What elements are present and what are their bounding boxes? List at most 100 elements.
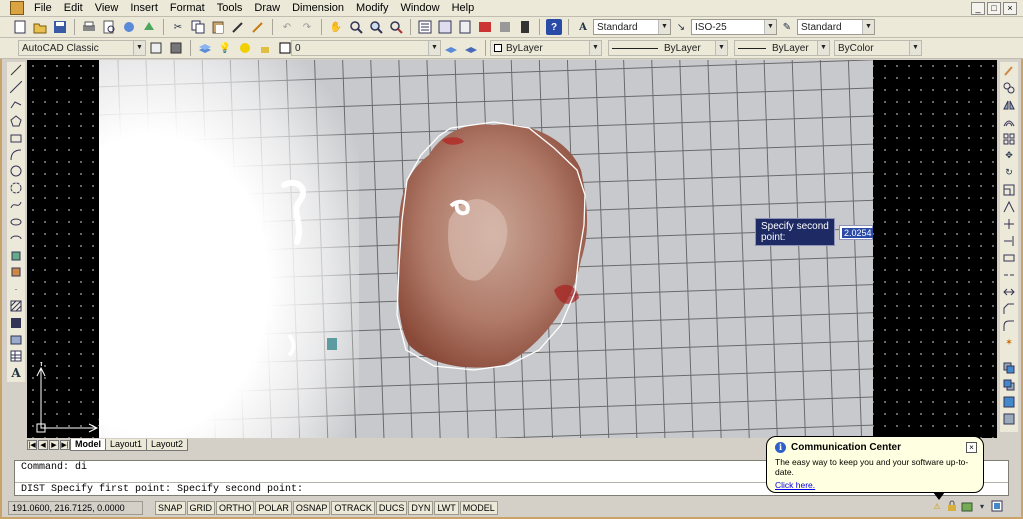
menu-file[interactable]: File — [28, 2, 58, 14]
otrack-toggle[interactable]: OTRACK — [331, 501, 375, 515]
ellipse-arc-icon[interactable] — [9, 232, 23, 246]
tray-menu-chevron-icon[interactable]: ▾ — [976, 500, 988, 512]
dim-style-select[interactable]: ISO-25 ▼ — [691, 19, 777, 35]
plotstyle-select[interactable]: ByColor ▼ — [834, 40, 922, 56]
join-icon[interactable] — [1002, 285, 1016, 299]
menu-help[interactable]: Help — [446, 2, 481, 14]
rectangle-icon[interactable] — [9, 131, 23, 145]
lwt-toggle[interactable]: LWT — [434, 501, 459, 515]
next-tab-button[interactable]: ▶ — [49, 440, 59, 450]
balloon-close-button[interactable]: × — [966, 442, 977, 453]
draw-order-back-icon[interactable] — [1002, 378, 1016, 392]
match-properties-icon[interactable] — [230, 19, 246, 35]
workspace-settings-icon[interactable] — [148, 40, 164, 56]
last-tab-button[interactable]: ▶| — [60, 440, 70, 450]
paste-icon[interactable] — [210, 19, 226, 35]
table-style-select[interactable]: Standard ▼ — [797, 19, 875, 35]
rotate-icon[interactable]: ↻ — [1002, 166, 1016, 180]
markup-icon[interactable] — [497, 19, 513, 35]
minimize-button[interactable]: _ — [971, 2, 985, 15]
scale-icon[interactable] — [1002, 183, 1016, 197]
point-icon[interactable]: · — [9, 282, 23, 296]
line-icon[interactable] — [9, 64, 23, 78]
array-icon[interactable] — [1002, 132, 1016, 146]
circle-icon[interactable] — [9, 164, 23, 178]
break-at-point-icon[interactable] — [1002, 251, 1016, 265]
table-icon[interactable] — [9, 350, 23, 364]
menu-window[interactable]: Window — [394, 2, 445, 14]
tab-model[interactable]: Model — [70, 439, 106, 451]
copy-icon[interactable] — [190, 19, 206, 35]
block-editor-icon[interactable] — [250, 19, 266, 35]
ducs-toggle[interactable]: DUCS — [375, 501, 408, 515]
trim-icon[interactable] — [1002, 217, 1016, 231]
linetype-select[interactable]: ByLayer ▼ — [608, 40, 728, 56]
menu-modify[interactable]: Modify — [350, 2, 394, 14]
zoom-realtime-icon[interactable] — [348, 19, 364, 35]
menu-edit[interactable]: Edit — [58, 2, 89, 14]
make-block-icon[interactable] — [9, 265, 23, 279]
tool-palettes-icon[interactable] — [457, 19, 473, 35]
ortho-toggle[interactable]: ORTHO — [216, 501, 255, 515]
tab-layout2[interactable]: Layout2 — [146, 439, 189, 451]
make-current-layer-icon[interactable] — [443, 40, 459, 56]
pan-icon[interactable]: ✋ — [328, 19, 344, 35]
coordinates-readout[interactable]: 191.0600, 216.7125, 0.0000 — [8, 501, 143, 515]
menu-insert[interactable]: Insert — [124, 2, 164, 14]
menu-draw[interactable]: Draw — [248, 2, 286, 14]
fillet-icon[interactable] — [1002, 319, 1016, 333]
menu-tools[interactable]: Tools — [211, 2, 249, 14]
tray-settings-icon[interactable] — [961, 500, 973, 512]
zoom-window-icon[interactable] — [368, 19, 384, 35]
ellipse-icon[interactable] — [9, 215, 23, 229]
mirror-icon[interactable] — [1002, 98, 1016, 112]
sheet-set-icon[interactable] — [477, 19, 493, 35]
model-toggle[interactable]: MODEL — [459, 501, 498, 515]
workspace-save-icon[interactable] — [168, 40, 184, 56]
text-style-select[interactable]: Standard ▼ — [593, 19, 671, 35]
lock-icon[interactable] — [946, 500, 958, 512]
prev-tab-button[interactable]: ◀ — [38, 440, 48, 450]
restore-button[interactable]: □ — [987, 2, 1001, 15]
color-select[interactable]: ByLayer ▼ — [490, 40, 602, 56]
erase-icon[interactable] — [1002, 64, 1016, 78]
multiline-text-icon[interactable]: A — [9, 366, 23, 380]
workspace-select[interactable]: AutoCAD Classic ▼ — [18, 40, 146, 56]
explode-icon[interactable]: ✶ — [1002, 336, 1016, 350]
raster-image[interactable]: Specify second point: 2.0254 — [99, 60, 873, 438]
copy-object-icon[interactable] — [1002, 81, 1016, 95]
comm-center-icon[interactable]: ⚠ — [931, 500, 943, 512]
plot-icon[interactable] — [81, 19, 97, 35]
arc-icon[interactable] — [9, 148, 23, 162]
plot-preview-icon[interactable] — [101, 19, 117, 35]
extend-icon[interactable] — [1002, 234, 1016, 248]
properties-icon[interactable] — [417, 19, 433, 35]
offset-icon[interactable] — [1002, 115, 1016, 129]
stretch-icon[interactable] — [1002, 200, 1016, 214]
insert-block-icon[interactable] — [9, 249, 23, 263]
break-icon[interactable] — [1002, 268, 1016, 282]
menu-format[interactable]: Format — [164, 2, 211, 14]
chamfer-icon[interactable] — [1002, 302, 1016, 316]
calculator-icon[interactable] — [517, 19, 533, 35]
autocad-logo-icon[interactable] — [10, 1, 24, 15]
drawing-area[interactable]: Specify second point: 2.0254 Y X — [27, 60, 997, 438]
open-icon[interactable] — [32, 19, 48, 35]
save-icon[interactable] — [52, 19, 68, 35]
help-icon[interactable]: ? — [546, 19, 562, 35]
zoom-previous-icon[interactable] — [388, 19, 404, 35]
gradient-icon[interactable] — [9, 316, 23, 330]
layer-select[interactable]: 0 ▼ — [291, 40, 441, 56]
revision-cloud-icon[interactable] — [9, 181, 23, 195]
send-under-icon[interactable] — [1002, 412, 1016, 426]
move-icon[interactable]: ✥ — [1002, 149, 1016, 163]
bring-above-icon[interactable] — [1002, 395, 1016, 409]
spline-icon[interactable] — [9, 198, 23, 212]
osnap-toggle[interactable]: OSNAP — [292, 501, 331, 515]
lineweight-select[interactable]: ByLayer ▼ — [734, 40, 830, 56]
click-here-link[interactable]: Click here. — [775, 480, 975, 490]
text-style-icon[interactable]: A — [575, 19, 591, 35]
dyn-toggle[interactable]: DYN — [408, 501, 434, 515]
dim-style-icon[interactable]: ↘ — [673, 19, 689, 35]
layer-previous-icon[interactable] — [463, 40, 479, 56]
